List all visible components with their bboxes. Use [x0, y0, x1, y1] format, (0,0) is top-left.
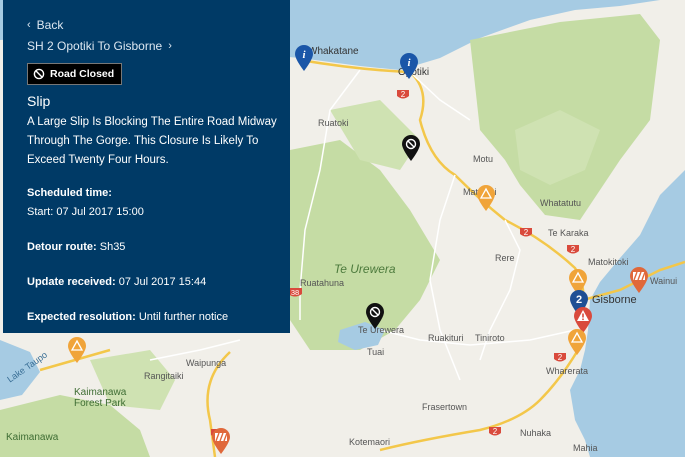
- roadworks-icon: [630, 267, 648, 293]
- warning-marker[interactable]: [475, 184, 497, 212]
- svg-text:2: 2: [571, 245, 576, 254]
- scheduled-time: Scheduled time: Start: 07 Jul 2017 15:00: [27, 184, 290, 222]
- place-motu: Motu: [473, 154, 494, 164]
- info-icon: i: [400, 53, 418, 79]
- place-ruatoki: Ruatoki: [318, 118, 349, 128]
- event-detail-panel: ‹ Back SH 2 Opotiki To Gisborne › Road C…: [3, 0, 290, 333]
- place-tuai: Tuai: [367, 347, 385, 357]
- warning-icon: [68, 337, 86, 363]
- resolution-label: Expected resolution:: [27, 311, 136, 323]
- back-label: Back: [36, 18, 64, 32]
- place-ruatahuna: Ruatahuna: [300, 278, 345, 288]
- route-label: SH 2 Opotiki To Gisborne: [27, 39, 163, 53]
- place-frasertown: Frasertown: [422, 402, 468, 412]
- chevron-left-icon: ‹: [27, 19, 31, 31]
- detour-value: Sh35: [99, 241, 126, 253]
- svg-text:2: 2: [576, 294, 582, 306]
- route-breadcrumb-link[interactable]: SH 2 Opotiki To Gisborne ›: [27, 39, 290, 53]
- road-closed-icon: [366, 303, 384, 329]
- place-kaimanawa: Kaimanawa: [6, 432, 59, 443]
- place-tiniroto: Tiniroto: [475, 333, 505, 343]
- svg-text:2: 2: [493, 427, 498, 436]
- svg-text:2: 2: [524, 228, 529, 237]
- svg-text:2: 2: [401, 90, 406, 99]
- road-closed-icon: [402, 135, 420, 161]
- resolution-value: Until further notice: [138, 311, 229, 323]
- detour-route: Detour route: Sh35: [27, 238, 290, 257]
- place-te-urewera-park: Te Urewera: [334, 262, 396, 276]
- start-label: Start:: [27, 206, 54, 218]
- status-badge: Road Closed: [27, 63, 123, 85]
- route-shield: 2: [489, 427, 501, 436]
- route-shield: 2: [567, 245, 579, 254]
- place-ruakituri: Ruakituri: [428, 333, 464, 343]
- road-closed-marker[interactable]: [364, 302, 386, 330]
- event-title: Slip: [27, 93, 51, 109]
- place-whatatutu: Whatatutu: [540, 198, 582, 208]
- warning-icon: [477, 185, 495, 211]
- back-link[interactable]: ‹ Back: [27, 18, 290, 32]
- event-description: A Large Slip Is Blocking The Entire Road…: [27, 116, 277, 166]
- roadworks-marker[interactable]: [628, 266, 650, 294]
- expected-resolution: Expected resolution: Until further notic…: [27, 308, 290, 327]
- place-waipunga: Waipunga: [186, 358, 227, 368]
- place-matokitoki: Matokitoki: [588, 257, 629, 267]
- place-whakatane: Whakatane: [308, 46, 359, 57]
- start-value: 07 Jul 2017 15:00: [56, 206, 144, 218]
- place-te-karaka: Te Karaka: [548, 228, 589, 238]
- place-nuhaka: Nuhaka: [520, 428, 552, 438]
- update-value: 07 Jul 2017 15:44: [118, 276, 207, 288]
- place-rere: Rere: [495, 253, 515, 263]
- roadworks-marker[interactable]: [210, 427, 232, 455]
- update-received: Update received: 07 Jul 2017 15:44: [27, 273, 290, 292]
- info-icon: i: [295, 45, 313, 71]
- place-kotemaori: Kotemaori: [349, 437, 391, 447]
- road-closed-marker[interactable]: [400, 134, 422, 162]
- update-label: Update received:: [27, 276, 116, 288]
- detour-label: Detour route:: [27, 241, 97, 253]
- info-marker[interactable]: i: [293, 44, 315, 72]
- chevron-right-icon: ›: [168, 40, 172, 52]
- scheduled-label: Scheduled time:: [27, 187, 112, 199]
- route-shield: 2: [397, 90, 409, 99]
- road-closed-icon: [33, 68, 45, 80]
- place-wainui: Wainui: [650, 276, 678, 286]
- roadworks-icon: [212, 428, 230, 454]
- info-marker[interactable]: i: [398, 52, 420, 80]
- place-rangitaiki: Rangitaiki: [144, 371, 184, 381]
- route-shield: 2: [520, 228, 532, 237]
- svg-text:38: 38: [291, 288, 299, 297]
- warning-marker[interactable]: [566, 328, 588, 356]
- warning-marker[interactable]: [66, 336, 88, 364]
- place-wharerata: Wharerata: [546, 366, 589, 376]
- place-kaimanawa-forest-park: Kaimanawa Forest Park: [74, 387, 127, 409]
- place-gisborne: Gisborne: [592, 294, 637, 306]
- warning-icon: [568, 329, 586, 355]
- svg-text:2: 2: [558, 353, 563, 362]
- place-mahia: Mahia: [573, 443, 598, 453]
- route-shield: 2: [554, 353, 566, 362]
- status-badge-label: Road Closed: [50, 68, 115, 80]
